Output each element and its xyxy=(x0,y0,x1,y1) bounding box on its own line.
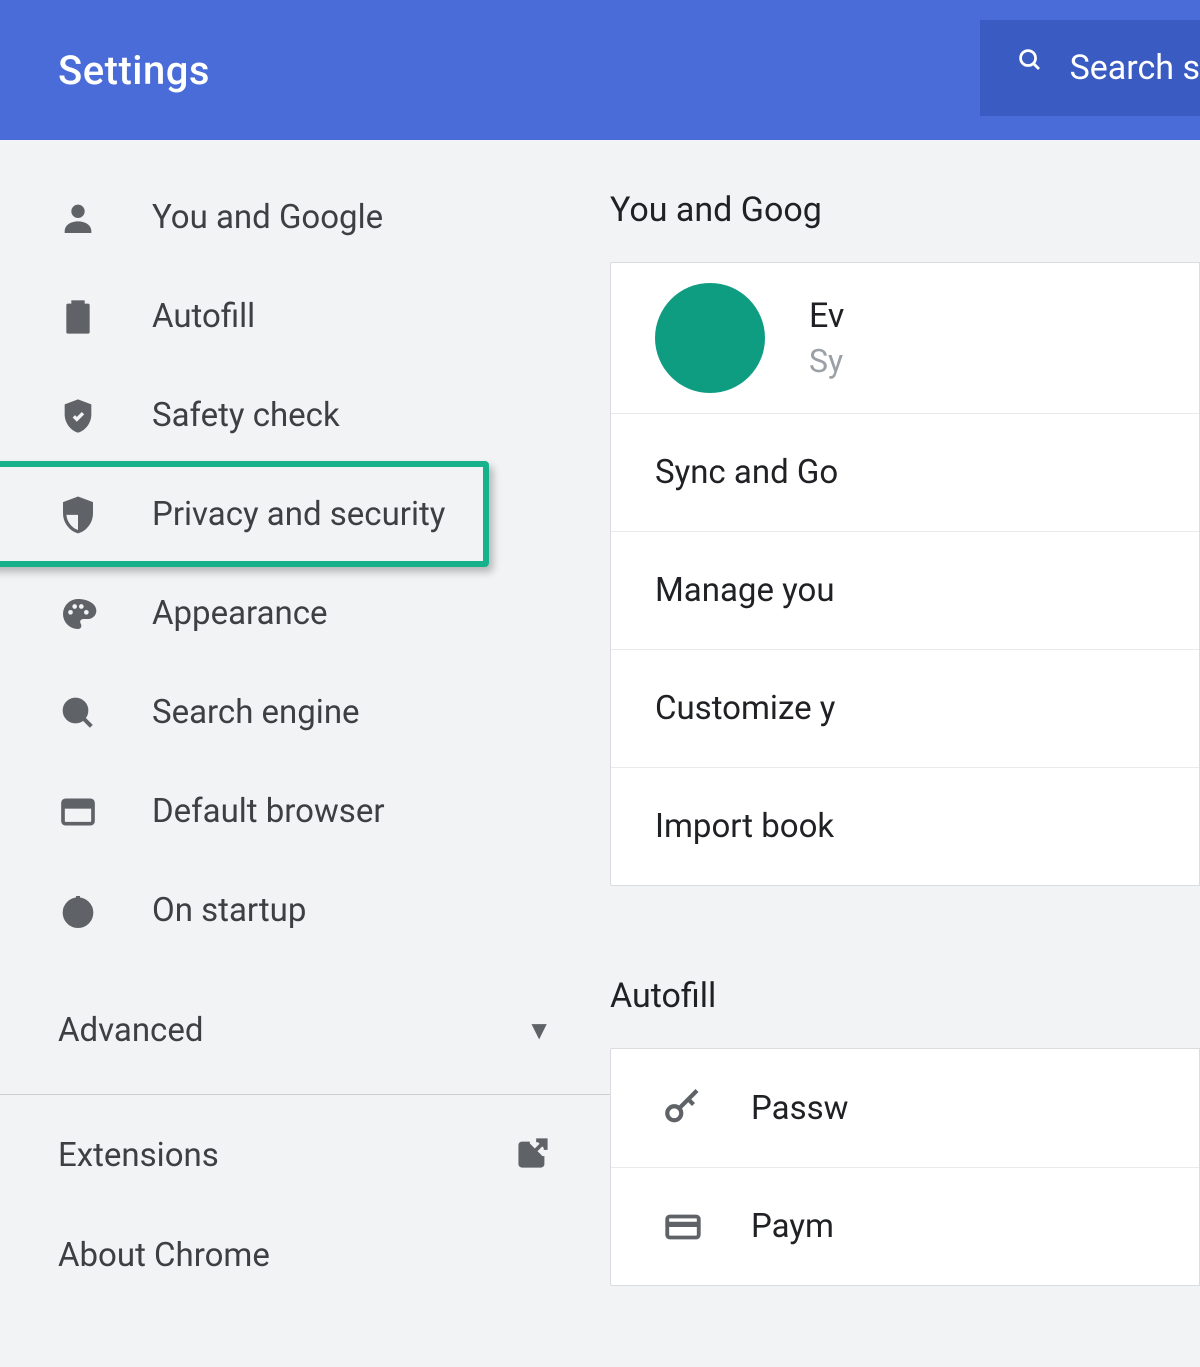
row-customize-your-profile[interactable]: Customize y xyxy=(611,649,1199,767)
row-label: Sync and Go xyxy=(655,453,838,492)
sidebar-item-autofill[interactable]: Autofill xyxy=(0,267,610,366)
sidebar: You and Google Autofill Safety check P xyxy=(0,140,610,1367)
row-label: Customize y xyxy=(655,689,835,728)
row-label: Manage you xyxy=(655,571,835,610)
shield-half-icon xyxy=(58,495,98,535)
autofill-card: Passw Paym xyxy=(610,1048,1200,1286)
row-label: Paym xyxy=(751,1207,834,1246)
browser-icon xyxy=(58,792,98,832)
search-label: Search s xyxy=(1070,48,1200,88)
shield-check-icon xyxy=(58,396,98,436)
palette-icon xyxy=(58,594,98,634)
avatar xyxy=(655,283,765,393)
sidebar-item-on-startup[interactable]: On startup xyxy=(0,861,610,960)
power-icon xyxy=(58,891,98,931)
sidebar-item-search-engine[interactable]: Search engine xyxy=(0,663,610,762)
page-title: Settings xyxy=(58,47,210,94)
credit-card-icon xyxy=(655,1206,711,1248)
search-box[interactable]: Search s xyxy=(980,20,1200,116)
person-icon xyxy=(58,198,98,238)
sidebar-item-privacy-and-security[interactable]: Privacy and security xyxy=(0,465,610,564)
sidebar-item-label: On startup xyxy=(152,891,306,930)
sidebar-item-safety-check[interactable]: Safety check xyxy=(0,366,610,465)
sidebar-item-label: Appearance xyxy=(152,594,328,633)
search-icon xyxy=(1016,46,1044,90)
app-header: Settings Search s xyxy=(0,0,1200,140)
row-manage-your-google-account[interactable]: Manage you xyxy=(611,531,1199,649)
sidebar-advanced-toggle[interactable]: Advanced ▼ xyxy=(0,980,610,1080)
sidebar-item-label: You and Google xyxy=(152,198,383,237)
open-external-icon xyxy=(514,1134,552,1176)
profile-subtext: Sy xyxy=(809,342,844,380)
account-card: Ev Sy Sync and Go Manage you Customize y… xyxy=(610,262,1200,886)
sidebar-item-label: Safety check xyxy=(152,396,340,435)
sidebar-item-label: Autofill xyxy=(152,297,255,336)
profile-row[interactable]: Ev Sy xyxy=(611,263,1199,413)
sidebar-item-you-and-google[interactable]: You and Google xyxy=(0,168,610,267)
sidebar-item-default-browser[interactable]: Default browser xyxy=(0,762,610,861)
sidebar-item-appearance[interactable]: Appearance xyxy=(0,564,610,663)
main-content: You and Goog Ev Sy Sync and Go Manage yo… xyxy=(610,140,1200,1367)
profile-name: Ev xyxy=(809,296,844,336)
row-sync-and-google-services[interactable]: Sync and Go xyxy=(611,413,1199,531)
row-payment-methods[interactable]: Paym xyxy=(611,1167,1199,1285)
search-icon xyxy=(58,693,98,733)
sidebar-item-label: Extensions xyxy=(58,1136,219,1175)
sidebar-item-label: Search engine xyxy=(152,693,360,732)
chevron-down-icon: ▼ xyxy=(526,1015,552,1046)
row-passwords[interactable]: Passw xyxy=(611,1049,1199,1167)
sidebar-item-label: Default browser xyxy=(152,792,385,831)
section-title-you-and-google: You and Goog xyxy=(610,190,1200,230)
row-label: Import book xyxy=(655,807,834,846)
sidebar-item-label: Privacy and security xyxy=(152,495,445,534)
sidebar-item-about-chrome[interactable]: About Chrome xyxy=(0,1205,610,1305)
section-title-autofill: Autofill xyxy=(610,976,1200,1016)
divider xyxy=(0,1094,610,1095)
sidebar-item-extensions[interactable]: Extensions xyxy=(0,1105,610,1205)
advanced-label: Advanced xyxy=(58,1011,203,1050)
clipboard-icon xyxy=(58,297,98,337)
row-label: Passw xyxy=(751,1089,848,1128)
sidebar-item-label: About Chrome xyxy=(58,1236,270,1275)
key-icon xyxy=(655,1087,711,1129)
row-import-bookmarks[interactable]: Import book xyxy=(611,767,1199,885)
